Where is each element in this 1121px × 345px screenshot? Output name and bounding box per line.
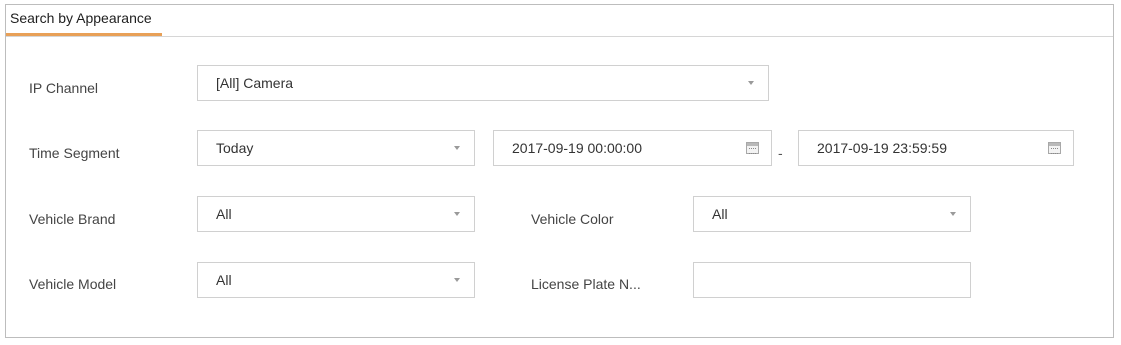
vehicle-color-value: All [712, 206, 728, 222]
end-time-field[interactable]: 2017-09-19 23:59:59 [798, 130, 1074, 166]
search-panel: Search by Appearance IP Channel [All] Ca… [5, 4, 1114, 338]
license-plate-input[interactable] [693, 262, 971, 298]
chevron-down-icon [454, 146, 460, 150]
calendar-icon[interactable] [1048, 142, 1061, 154]
ip-channel-value: [All] Camera [216, 75, 294, 91]
chevron-down-icon [748, 81, 754, 85]
time-segment-select[interactable]: Today [197, 130, 475, 166]
chevron-down-icon [454, 278, 460, 282]
chevron-down-icon [454, 212, 460, 216]
start-time-field[interactable]: 2017-09-19 00:00:00 [493, 130, 772, 166]
vehicle-brand-select[interactable]: All [197, 196, 475, 232]
vehicle-color-select[interactable]: All [693, 196, 971, 232]
vehicle-brand-label: Vehicle Brand [29, 211, 116, 227]
end-time-value: 2017-09-19 23:59:59 [817, 140, 947, 156]
tab-search-by-appearance[interactable]: Search by Appearance [6, 5, 162, 36]
ip-channel-label: IP Channel [29, 80, 99, 96]
vehicle-color-label: Vehicle Color [531, 211, 614, 227]
vehicle-model-value: All [216, 272, 232, 288]
vehicle-model-label: Vehicle Model [29, 276, 117, 292]
time-segment-value: Today [216, 140, 254, 156]
time-segment-label: Time Segment [29, 145, 120, 161]
chevron-down-icon [950, 212, 956, 216]
ip-channel-select[interactable]: [All] Camera [197, 65, 769, 101]
time-range-separator: - [778, 145, 783, 161]
start-time-value: 2017-09-19 00:00:00 [512, 140, 642, 156]
calendar-icon[interactable] [746, 142, 759, 154]
vehicle-model-select[interactable]: All [197, 262, 475, 298]
license-plate-label: License Plate N... [531, 276, 641, 292]
tab-bar: Search by Appearance [6, 5, 1113, 37]
vehicle-brand-value: All [216, 206, 232, 222]
